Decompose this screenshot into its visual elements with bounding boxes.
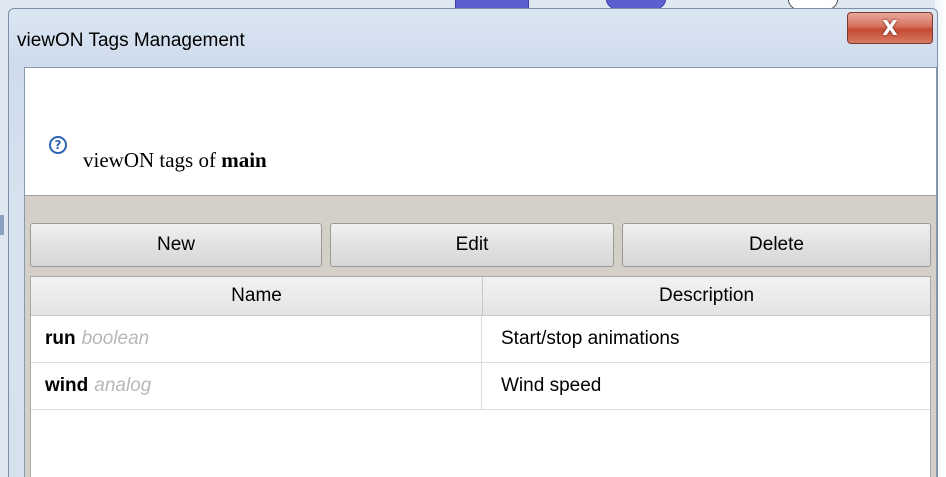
table-row[interactable]: run boolean Start/stop animations — [31, 316, 930, 363]
tags-table: Name Description run boolean Start/stop … — [30, 276, 931, 477]
background-shape — [0, 215, 4, 235]
header-object-name: main — [221, 148, 267, 172]
dialog-title: viewON Tags Management — [17, 30, 245, 51]
column-header-name[interactable]: Name — [31, 277, 483, 315]
tag-name: wind — [45, 375, 89, 396]
delete-button[interactable]: Delete — [622, 223, 931, 267]
tag-description: Wind speed — [501, 375, 602, 396]
close-icon: X — [882, 16, 898, 40]
column-header-description[interactable]: Description — [483, 277, 930, 315]
dialog-content: ? viewON tags of main New Edit Delete Na… — [24, 67, 937, 477]
dialog-header: ? viewON tags of main — [25, 68, 936, 196]
new-button[interactable]: New — [30, 223, 322, 267]
tag-type: boolean — [81, 328, 150, 349]
close-button[interactable]: X — [847, 12, 933, 44]
header-prefix: viewON tags of — [83, 148, 222, 172]
header-message: viewON tags of main — [83, 148, 267, 173]
tags-management-dialog: viewON Tags Management X ? viewON tags o… — [8, 8, 938, 477]
help-icon[interactable]: ? — [49, 136, 67, 154]
tag-type: analog — [94, 375, 152, 396]
table-header: Name Description — [31, 277, 930, 316]
tag-name: run — [45, 328, 76, 349]
edit-button[interactable]: Edit — [330, 223, 614, 267]
tag-name-cell: run boolean — [31, 316, 482, 362]
tag-name-cell: wind analog — [31, 363, 482, 409]
tag-description: Start/stop animations — [501, 328, 680, 349]
table-row[interactable]: wind analog Wind speed — [31, 363, 930, 410]
